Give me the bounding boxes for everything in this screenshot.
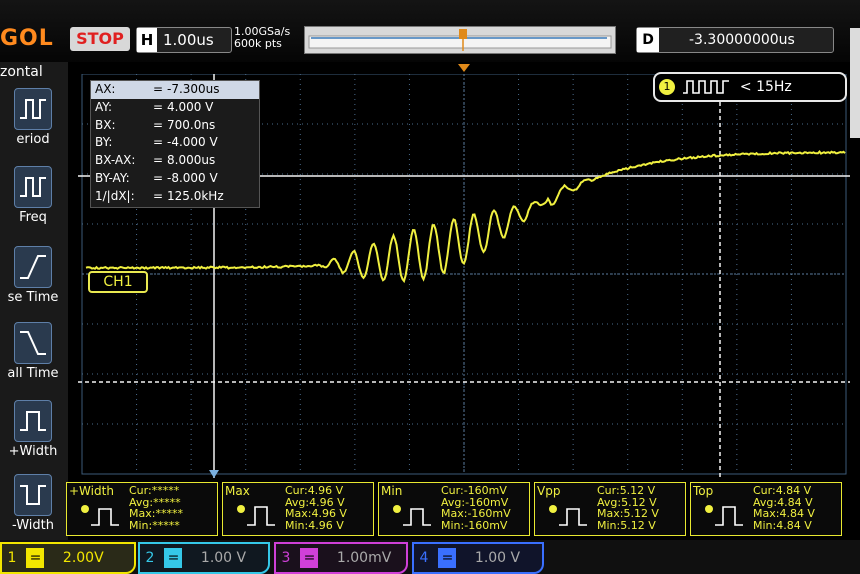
positive-width-icon [81,503,121,529]
cursor-a-marker [209,470,219,478]
channel-1-offset-marker[interactable]: CH1 [88,271,148,293]
channel-1-scale: 2.00V [63,550,104,566]
rise-time-icon [14,246,52,288]
delay-value: -3.30000000us [689,32,795,48]
measure-vpp[interactable]: Vpp Cur:5.12 V Avg:5.12 V Max:5.12 V Min:5.… [534,482,686,536]
fall-time-label: all Time [7,366,58,381]
rise-time-label: se Time [8,290,59,305]
measure-min[interactable]: Min Cur:-160mV Avg:-160mV Max:-160mV Min:-1… [378,482,530,536]
right-menu-edge [850,28,860,138]
trigger-frequency-value: < 15Hz [740,79,792,95]
min-icon [393,503,433,529]
cursor-row-bx-ax: BX-AX: = 8.000us [91,152,259,170]
cursor-row-ax[interactable]: AX: = -7.300us [91,81,259,99]
frequency-icon [14,166,52,208]
positive-width-icon [14,400,52,442]
trigger-position-marker [459,29,467,39]
positive-width-softkey[interactable]: +Width [2,400,64,459]
period-softkey[interactable]: eriod [2,88,64,147]
cursor-row-inv-dx: 1/|dX|: = 125.0kHz [91,188,259,206]
sample-info: 1.00GSa/s 600k pts [234,26,290,50]
cursor-row-bx: BX: = 700.0ns [91,117,259,135]
cursor-row-ay: AY: = 4.000 V [91,99,259,117]
channel-3-scale: 1.00mV [337,550,391,566]
menu-header: zontal [0,64,68,80]
fall-time-softkey[interactable]: all Time [2,322,64,381]
channel-2-status[interactable]: 2 = 1.00 V [138,542,270,574]
trigger-frequency-box: 1 < 15Hz [653,72,847,102]
memory-waveform-preview [305,27,615,53]
memory-depth: 600k pts [234,38,290,50]
cursor-row-by-ay: BY-AY: = -8.000 V [91,170,259,188]
measure-max[interactable]: Max Cur:4.96 V Avg:4.96 V Max:4.96 V Min:4.… [222,482,374,536]
channel-1-number: 1 [2,544,22,572]
pulse-train-icon [683,79,729,95]
measure-top[interactable]: Top Cur:4.84 V Avg:4.84 V Max:4.84 V Min:4.… [690,482,842,536]
channel-4-status[interactable]: 4 = 1.00 V [412,542,544,574]
run-stop-button[interactable]: STOP [70,27,130,51]
channel-4-number: 4 [414,544,434,572]
channel-3-number: 3 [276,544,296,572]
timebase-display[interactable]: H 1.00us [136,27,232,53]
measure-positive-width[interactable]: +Width Cur:***** Avg:***** Max:***** Min:**… [66,482,218,536]
channel-1-status[interactable]: 1 = 2.00V [0,542,136,574]
channel-2-number: 2 [140,544,160,572]
frequency-softkey[interactable]: Freq [2,166,64,225]
vpp-icon [549,503,589,529]
timebase-value: 1.00us [163,31,214,49]
brand-logo: GOL [0,26,54,51]
negative-width-softkey[interactable]: -Width [2,474,64,533]
cursor-row-by: BY: = -4.000 V [91,134,259,152]
channel-4-scale: 1.00 V [475,550,520,566]
delay-label: D [637,28,659,52]
negative-width-label: -Width [12,518,54,533]
channel-1-badge: 1 [659,79,675,95]
channel-3-status[interactable]: 3 = 1.00mV [274,542,408,574]
negative-width-icon [14,474,52,516]
period-icon [14,88,52,130]
trigger-position-arrow [458,64,470,72]
positive-width-label: +Width [9,444,58,459]
delay-display[interactable]: D -3.30000000us [636,27,834,53]
memory-position-bar[interactable] [304,26,616,54]
timebase-label: H [137,28,157,52]
channel-2-scale: 1.00 V [201,550,246,566]
channel-4-coupling: = [438,548,456,568]
channel-3-coupling: = [300,548,318,568]
measurement-strip: +Width Cur:***** Avg:***** Max:***** Min:**… [66,482,860,538]
max-icon [237,503,277,529]
period-label: eriod [16,132,49,147]
channel-1-coupling: = [26,548,44,568]
frequency-label: Freq [19,210,47,225]
fall-time-icon [14,322,52,364]
top-icon [705,503,745,529]
rise-time-softkey[interactable]: se Time [2,246,64,305]
cursor-readout-panel: AX: = -7.300us AY: = 4.000 V BX: = 700.0ns BY:… [90,80,260,208]
channel-2-coupling: = [164,548,182,568]
